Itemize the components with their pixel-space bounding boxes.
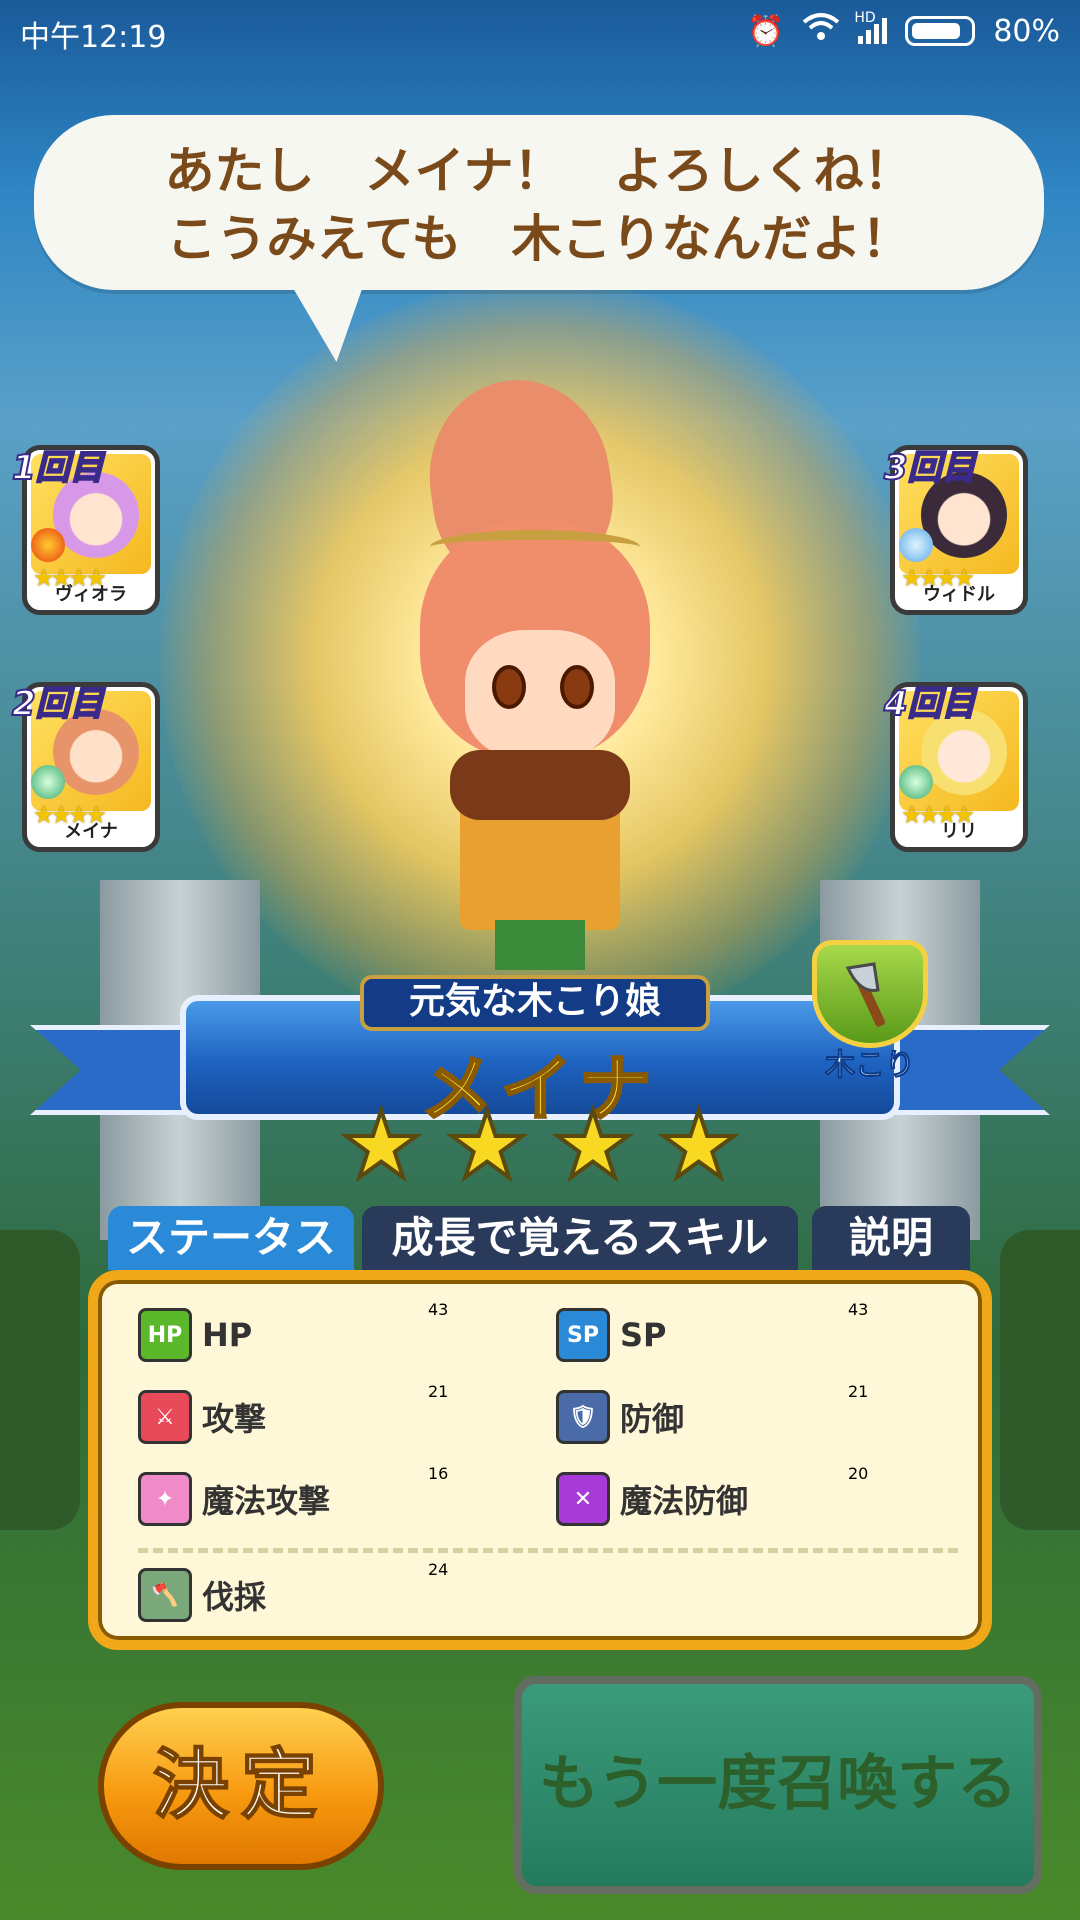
star-icon: ★ [338,1092,425,1199]
stat-magic-attack: ✦ 魔法攻撃 [138,1472,330,1526]
stat-label: 攻撃 [202,1400,267,1438]
sp-icon: SP [556,1308,610,1362]
signal-hd-label: HD [854,10,876,26]
hedge-left [0,1230,80,1530]
speech-line-1: あたし メイナ！ よろしくね！ [164,142,914,200]
speech-bubble: あたし メイナ！ よろしくね！ こうみえても 木こりなんだよ！ [34,115,1044,290]
speech-line-2: こうみえても 木こりなんだよ！ [166,210,912,268]
rarity-stars: ★ ★ ★ ★ [338,1092,742,1199]
staff-icon: ✦ [138,1472,192,1526]
hp-icon: HP [138,1308,192,1362]
stat-defense-value: 21 [848,1382,869,1401]
stat-logging-value: 24 [428,1560,449,1579]
wifi-icon [802,12,840,50]
axe-stat-icon: 🪓 [138,1568,192,1622]
star-icon: ★ [550,1092,637,1199]
stats-divider [138,1548,958,1553]
signal-icon: HD [854,10,888,44]
fire-element-icon [31,528,65,562]
star-icon: ★ [655,1092,742,1199]
shield-icon: 🛡 [556,1390,610,1444]
water-element-icon [899,528,933,562]
stat-label: SP [620,1316,667,1354]
tab-skills[interactable]: 成長で覚えるスキル [362,1206,798,1270]
stat-magic-attack-value: 16 [428,1464,449,1483]
magic-shield-icon: ✕ [556,1472,610,1526]
card-name: メイナ [64,821,118,842]
stat-magic-defense-value: 20 [848,1464,869,1483]
character-subtitle: 元気な木こり娘 [360,975,710,1031]
stat-sp: SP SP [556,1308,667,1362]
summon-badge-3: 3回目 [883,447,977,489]
star-icon: ★ [444,1092,531,1199]
card-name: リリ [941,821,977,842]
stat-hp: HP HP [138,1308,252,1362]
status-bar: 中午12:19 ⏰ HD 80% [0,0,1080,60]
wind-element-icon [899,765,933,799]
battery-percent: 80% [993,13,1060,49]
hedge-right [1000,1230,1080,1530]
summon-badge-1: 1回目 [11,447,105,489]
status-icons: ⏰ HD 80% [746,10,1060,50]
decide-button[interactable]: 決定 [98,1702,384,1870]
speech-bubble-tail [289,282,382,362]
detail-tabs: ステータス 成長で覚えるスキル 説明 [108,1206,970,1270]
card-name: ヴィオラ [55,584,127,605]
character-collar [450,750,630,820]
character-eye-left [492,665,526,709]
stat-sp-value: 43 [848,1300,869,1319]
stat-defense: 🛡 防御 [556,1390,684,1444]
stat-magic-defense: ✕ 魔法防御 [556,1472,748,1526]
stat-logging: 🪓 伐採 [138,1568,266,1622]
stats-panel: HP HP 43 SP SP 43 ⚔ 攻撃 21 🛡 防御 21 ✦ 魔法攻撃… [88,1270,992,1650]
stat-label: 魔法攻撃 [202,1482,331,1520]
sword-icon: ⚔ [138,1390,192,1444]
character-eye-right [560,665,594,709]
axe-icon [845,962,886,1027]
status-time: 中午12:19 [20,20,167,55]
stat-attack: ⚔ 攻撃 [138,1390,266,1444]
ribbon-tail-left [30,1025,200,1115]
stat-attack-value: 21 [428,1382,449,1401]
character-hairband [430,530,640,564]
stat-label: HP [202,1316,253,1354]
character-legs [495,920,585,970]
alarm-icon: ⏰ [746,13,785,49]
stat-label: 防御 [620,1400,685,1438]
battery-icon [905,16,976,46]
job-label: 木こり [825,1048,916,1084]
tab-description[interactable]: 説明 [812,1206,970,1270]
summon-again-button[interactable]: もう一度召喚する [514,1676,1042,1894]
stat-hp-value: 43 [428,1300,449,1319]
summon-badge-4: 4回目 [883,683,977,725]
character-illustration [410,368,680,970]
stat-label: 伐採 [202,1578,267,1616]
tab-status[interactable]: ステータス [108,1206,354,1270]
wind-element-icon [31,765,65,799]
summon-badge-2: 2回目 [11,683,105,725]
job-badge: 木こり [800,940,940,1084]
card-name: ウィドル [923,584,995,605]
stat-label: 魔法防御 [620,1482,749,1520]
